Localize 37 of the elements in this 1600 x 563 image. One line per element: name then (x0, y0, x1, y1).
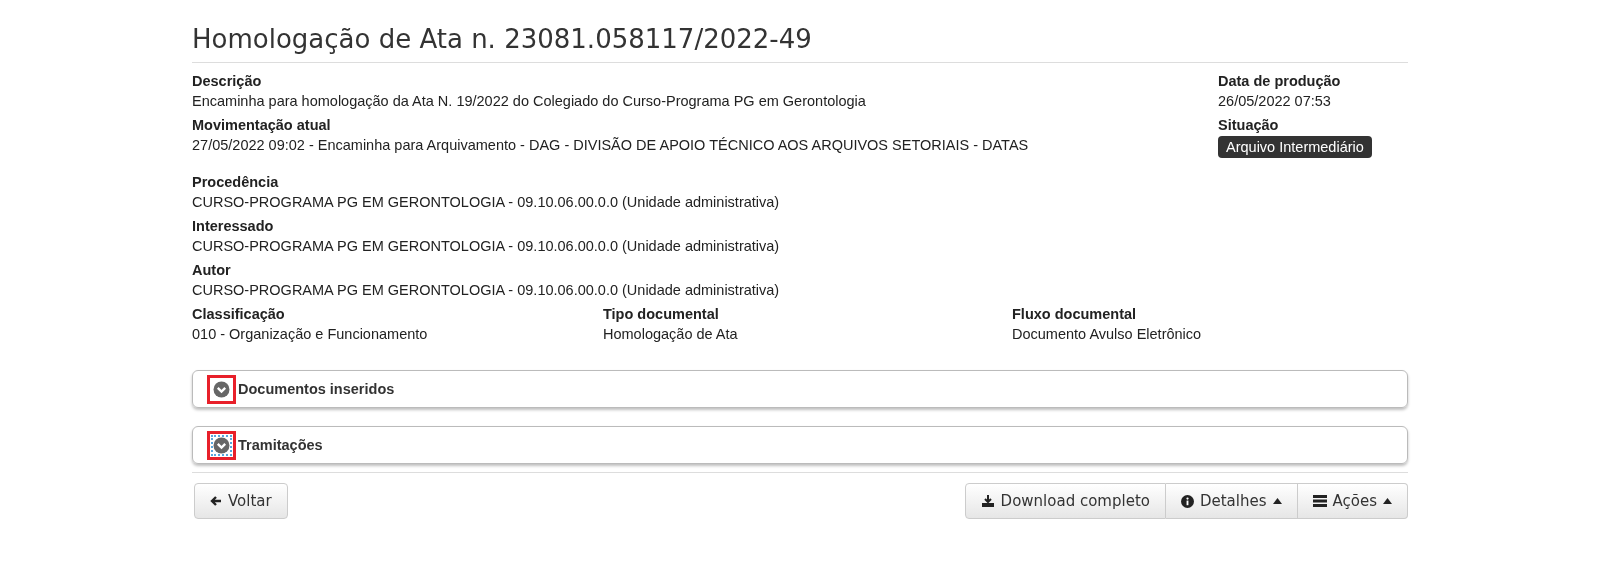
status-badge: Arquivo Intermediário (1218, 136, 1372, 158)
panel-title: Tramitações (238, 437, 323, 453)
field-value: CURSO-PROGRAMA PG EM GERONTOLOGIA - 09.10.06.00.0.0 (Unidade administrativa) (192, 237, 781, 256)
collapsible-panel[interactable]: Tramitações (192, 426, 1408, 464)
field-label: Procedência (192, 173, 280, 192)
panel-title: Documentos inseridos (238, 381, 395, 397)
field-label: Movimentação atual (192, 116, 332, 135)
arrow-left-icon (210, 495, 222, 507)
info-icon (1180, 494, 1194, 508)
field-label: Fluxo documental (1012, 305, 1138, 324)
field-label: Data de produção (1218, 72, 1342, 91)
action-button[interactable]: Ações (1297, 483, 1408, 519)
field-value: 27/05/2022 09:02 - Encaminha para Arquivamento - DAG - DIVISÃO DE APOIO TÉCNICO AOS ARQUIVOS SETORIAIS - DATAS (192, 136, 1029, 155)
page-title: Homologação de Ata n. 23081.058117/2022-49 (192, 24, 1408, 63)
field-value: CURSO-PROGRAMA PG EM GERONTOLOGIA - 09.10.06.00.0.0 (Unidade administrativa) (192, 281, 781, 300)
field-label: Interessado (192, 217, 275, 236)
caret-icon (1383, 498, 1392, 504)
menu-icon (1312, 495, 1327, 507)
back-button[interactable]: Voltar (194, 483, 288, 519)
field-label: Autor (192, 261, 232, 280)
expand-icon[interactable] (207, 374, 236, 404)
field-value: Documento Avulso Eletrônico (1012, 325, 1203, 344)
caret-icon (1272, 498, 1282, 504)
field-label: Classificação (192, 305, 286, 324)
field-label: Descrição (192, 72, 263, 91)
action-button[interactable]: Download completo (964, 483, 1166, 519)
field-value: 26/05/2022 07:53 (1218, 92, 1332, 111)
field-label: Tipo documental (603, 305, 720, 324)
field-value: Encaminha para homologação da Ata N. 19/2022 do Colegiado do Curso-Programa PG em Gerontologia (192, 92, 867, 111)
field-value: CURSO-PROGRAMA PG EM GERONTOLOGIA - 09.10.06.00.0.0 (Unidade administrativa) (192, 193, 781, 212)
collapsible-panel[interactable]: Documentos inseridos (192, 370, 1408, 408)
field-value: Homologação de Ata (603, 325, 739, 344)
download-icon (980, 494, 995, 508)
action-button[interactable]: Detalhes (1165, 483, 1298, 519)
field-value: 010 - Organização e Funcionamento (192, 325, 429, 344)
field-label: Situação (1218, 116, 1280, 135)
expand-icon[interactable] (207, 430, 236, 460)
